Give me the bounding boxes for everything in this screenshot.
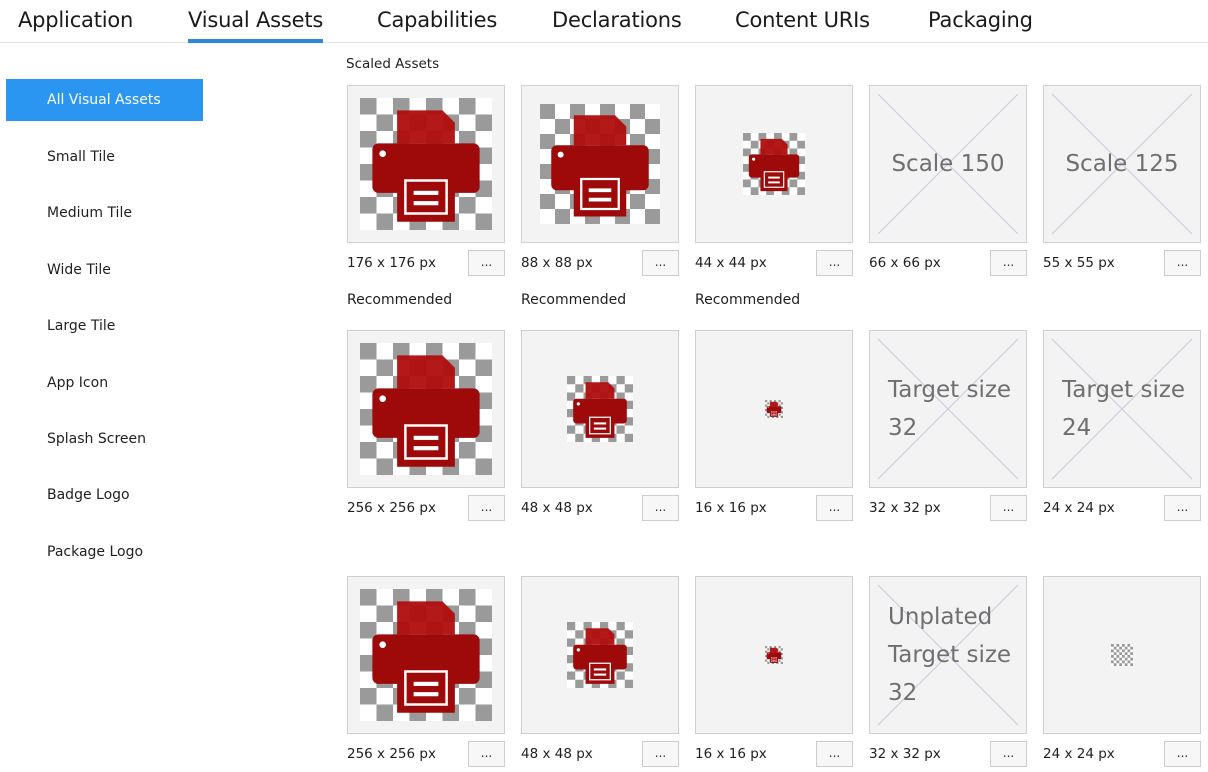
tab-declarations[interactable]: Declarations — [552, 8, 682, 32]
sidebar-item-splash-screen[interactable]: Splash Screen — [6, 418, 203, 460]
asset-tile[interactable] — [695, 576, 853, 734]
sidebar-item-small-tile[interactable]: Small Tile — [6, 136, 203, 178]
asset-size-label: 55 x 55 px — [1043, 255, 1115, 271]
placeholder-text: Scale 125 — [1065, 151, 1179, 177]
sidebar-item-app-icon[interactable]: App Icon — [6, 362, 203, 404]
asset-tile[interactable] — [347, 330, 505, 488]
asset-tile[interactable] — [695, 85, 853, 243]
sidebar-item-package-logo[interactable]: Package Logo — [6, 531, 203, 573]
browse-asset-button[interactable]: ... — [990, 250, 1027, 276]
placeholder-text: Target size 32 — [888, 377, 1012, 441]
asset-tile[interactable] — [695, 330, 853, 488]
asset-size-label: 24 x 24 px — [1043, 746, 1115, 762]
printer-icon — [360, 343, 492, 475]
browse-asset-button[interactable]: ... — [1164, 495, 1201, 521]
placeholder-text: Scale 150 — [891, 151, 1005, 177]
asset-size-label: 24 x 24 px — [1043, 500, 1115, 516]
asset-tile[interactable]: Scale 125 — [1043, 85, 1201, 243]
recommended-label: Recommended — [695, 292, 801, 308]
asset-tile[interactable] — [347, 85, 505, 243]
asset-size-label: 256 x 256 px — [347, 500, 436, 516]
asset-tile[interactable] — [521, 330, 679, 488]
asset-tile[interactable]: Target size 24 — [1043, 330, 1201, 488]
sidebar-item-large-tile[interactable]: Large Tile — [6, 305, 203, 347]
browse-asset-button[interactable]: ... — [816, 495, 853, 521]
asset-tile[interactable] — [521, 576, 679, 734]
tab-bar: Application Visual Assets Capabilities D… — [0, 0, 1208, 43]
sidebar: All Visual Assets Small Tile Medium Tile… — [0, 43, 206, 772]
asset-tile[interactable] — [1043, 576, 1201, 734]
printer-icon — [765, 646, 783, 664]
asset-size-label: 48 x 48 px — [521, 746, 593, 762]
browse-asset-button[interactable]: ... — [990, 741, 1027, 767]
asset-size-label: 16 x 16 px — [695, 500, 767, 516]
asset-tile[interactable]: Scale 150 — [869, 85, 1027, 243]
asset-size-label: 44 x 44 px — [695, 255, 767, 271]
asset-grid: Scaled Assets 176 x 176 px... Recommended… — [206, 43, 1208, 772]
printer-icon — [567, 622, 633, 688]
tab-application[interactable]: Application — [18, 8, 133, 32]
browse-asset-button[interactable]: ... — [642, 250, 679, 276]
browse-asset-button[interactable]: ... — [816, 741, 853, 767]
recommended-label: Recommended — [521, 292, 627, 308]
asset-tile[interactable] — [521, 85, 679, 243]
placeholder-text: Target size 24 — [1062, 377, 1186, 441]
browse-asset-button[interactable]: ... — [468, 250, 505, 276]
printer-icon — [567, 376, 633, 442]
browse-asset-button[interactable]: ... — [1164, 250, 1201, 276]
sidebar-item-medium-tile[interactable]: Medium Tile — [6, 192, 203, 234]
transparent-checker-icon — [1111, 644, 1133, 666]
asset-size-label: 256 x 256 px — [347, 746, 436, 762]
browse-asset-button[interactable]: ... — [468, 495, 505, 521]
asset-size-label: 32 x 32 px — [869, 746, 941, 762]
sidebar-item-badge-logo[interactable]: Badge Logo — [6, 474, 203, 516]
browse-asset-button[interactable]: ... — [642, 495, 679, 521]
asset-size-label: 32 x 32 px — [869, 500, 941, 516]
section-title: Scaled Assets — [346, 56, 440, 72]
printer-icon — [360, 589, 492, 721]
asset-size-label: 16 x 16 px — [695, 746, 767, 762]
tab-packaging[interactable]: Packaging — [928, 8, 1033, 32]
browse-asset-button[interactable]: ... — [990, 495, 1027, 521]
tab-content-uris[interactable]: Content URIs — [735, 8, 870, 32]
asset-size-label: 176 x 176 px — [347, 255, 436, 271]
browse-asset-button[interactable]: ... — [642, 741, 679, 767]
printer-icon — [743, 133, 805, 195]
asset-tile[interactable]: Target size 32 — [869, 330, 1027, 488]
browse-asset-button[interactable]: ... — [816, 250, 853, 276]
asset-tile[interactable] — [347, 576, 505, 734]
tab-capabilities[interactable]: Capabilities — [377, 8, 497, 32]
asset-size-label: 66 x 66 px — [869, 255, 941, 271]
asset-size-label: 48 x 48 px — [521, 500, 593, 516]
recommended-label: Recommended — [347, 292, 453, 308]
asset-tile[interactable]: Unplated Target size 32 — [869, 576, 1027, 734]
tab-visual-assets[interactable]: Visual Assets — [188, 8, 323, 43]
sidebar-item-wide-tile[interactable]: Wide Tile — [6, 249, 203, 291]
browse-asset-button[interactable]: ... — [1164, 741, 1201, 767]
printer-icon — [540, 104, 660, 224]
sidebar-item-all-visual-assets[interactable]: All Visual Assets — [6, 79, 203, 121]
printer-icon — [360, 98, 492, 230]
printer-icon — [765, 400, 783, 418]
placeholder-text: Unplated Target size 32 — [888, 604, 1012, 706]
browse-asset-button[interactable]: ... — [468, 741, 505, 767]
asset-size-label: 88 x 88 px — [521, 255, 593, 271]
